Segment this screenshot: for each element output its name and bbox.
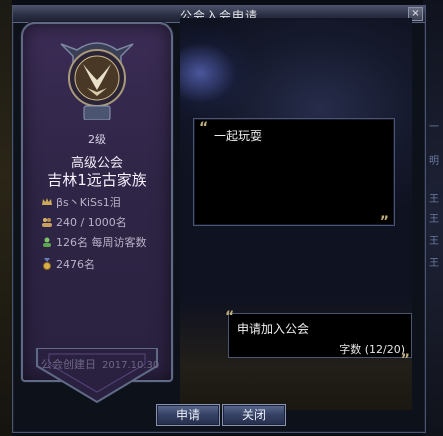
created-date-row: 公会创建日 2017.10.30: [41, 356, 159, 372]
open-quote-icon: “: [225, 309, 235, 325]
medal-icon: [43, 258, 51, 270]
application-message-input[interactable]: “ 申请加入公会 字数 (12/20) ”: [225, 309, 412, 367]
weekly-visitors: 126名 每周访客数: [56, 236, 147, 249]
guild-intro-panel: “ 一起玩耍 ”: [193, 118, 395, 230]
close-button[interactable]: 关闭: [222, 404, 286, 426]
side-text: 明: [429, 156, 439, 167]
side-text: 王: [429, 194, 439, 205]
guild-level: 2级: [88, 133, 106, 146]
guild-intro-text: 一起玩耍: [214, 129, 263, 143]
background-left-strip: [0, 0, 12, 436]
close-quote-icon: ”: [400, 352, 410, 368]
close-quote-icon: ”: [379, 214, 389, 230]
members-row: 240 / 1000名: [41, 214, 127, 230]
application-message: 申请加入公会: [237, 322, 310, 336]
background-right-strip: 一 明 王 王 王 王: [423, 0, 443, 436]
visitors-row: 126名 每周访客数: [41, 234, 147, 250]
members-icon: [42, 218, 52, 227]
ranking-row: 2476名: [41, 256, 95, 272]
open-quote-icon: “: [199, 120, 209, 136]
guild-leader: βs丶KiSs1泪: [56, 196, 121, 209]
created-date: 2017.10.30: [102, 360, 160, 371]
emblem-icon: [60, 42, 134, 120]
leader-row: βs丶KiSs1泪: [41, 194, 121, 210]
char-count: 字数 (12/20): [339, 343, 405, 356]
created-label: 公会创建日: [41, 358, 96, 371]
side-text: 王: [429, 236, 439, 247]
apply-button[interactable]: 申请: [156, 404, 220, 426]
visitor-icon: [43, 237, 51, 247]
side-text: 一: [429, 122, 439, 133]
member-count: 240 / 1000名: [56, 216, 127, 229]
guild-name: 吉林1远古家族: [47, 171, 147, 189]
side-text: 王: [429, 258, 439, 269]
side-text: 王: [429, 214, 439, 225]
crown-icon: [42, 198, 52, 205]
guild-banner: 2级 高级公会 吉林1远古家族 βs丶KiSs1泪 240 / 1000名 12…: [17, 18, 177, 406]
guild-ranking: 2476名: [56, 258, 95, 271]
